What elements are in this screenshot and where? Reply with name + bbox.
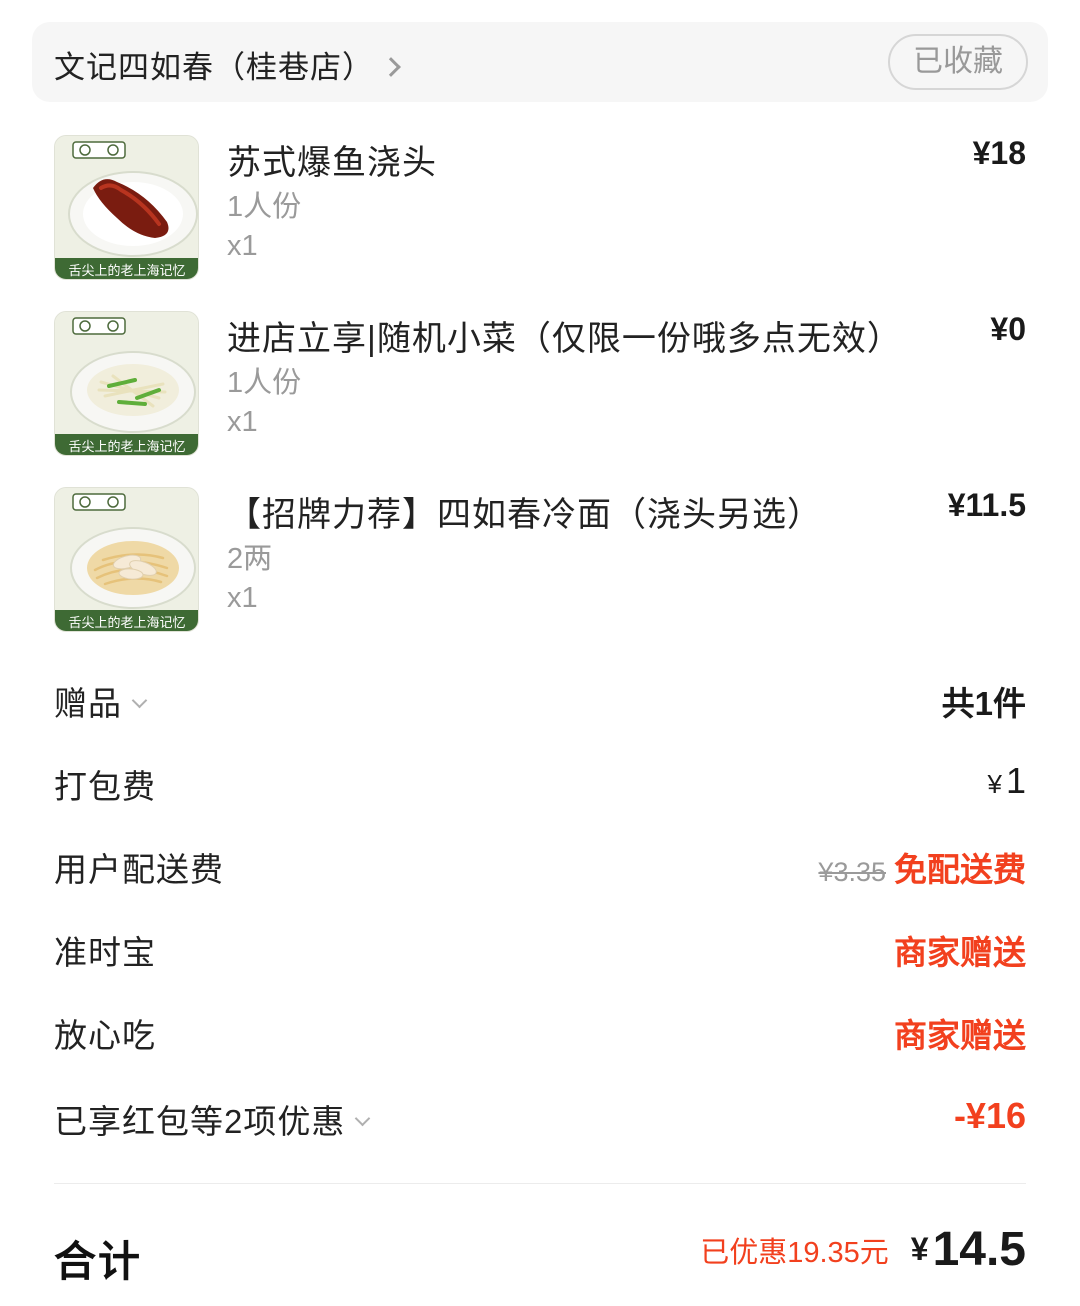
item-quantity: x1 bbox=[227, 406, 258, 438]
total-label: 合计 bbox=[54, 1238, 143, 1285]
item-thumbnail: 舌尖上的老上海记忆 bbox=[54, 135, 199, 280]
item-thumbnail: 舌尖上的老上海记忆 bbox=[54, 487, 199, 632]
shop-name: 文记四如春（桂巷店） bbox=[54, 50, 374, 85]
discount-value: -¥16 bbox=[953, 1095, 1026, 1136]
discount-label-group: 已享红包等2项优惠 bbox=[54, 1095, 371, 1143]
packing-fee-amount: 1 bbox=[1005, 760, 1026, 801]
item-quantity: x1 bbox=[227, 582, 258, 614]
delivery-fee-label: 用户配送费 bbox=[54, 851, 224, 888]
gift-label-group: 赠品 bbox=[54, 677, 148, 725]
chevron-down-icon bbox=[355, 1110, 371, 1127]
thumb-caption: 舌尖上的老上海记忆 bbox=[68, 439, 185, 455]
item-price: ¥18 bbox=[972, 135, 1026, 171]
delivery-fee-free: 免配送费 bbox=[894, 851, 1026, 888]
delivery-fee-value: ¥3.35 免配送费 bbox=[818, 843, 1026, 891]
packing-fee-currency: ¥ bbox=[987, 769, 1002, 799]
item-name: 进店立享|随机小菜（仅限一份哦多点无效） bbox=[227, 320, 902, 358]
item-thumbnail: 舌尖上的老上海记忆 bbox=[54, 311, 199, 456]
safe-eat-value: 商家赠送 bbox=[894, 1017, 1026, 1054]
thumb-caption: 舌尖上的老上海记忆 bbox=[68, 615, 185, 631]
item-spec: 1人份 bbox=[227, 191, 302, 223]
total-summary: 已优惠19.35元 ¥14.5 bbox=[700, 1222, 1026, 1277]
safe-eat-row: 放心吃 商家赠送 bbox=[54, 1009, 1026, 1059]
divider bbox=[54, 1183, 1026, 1184]
item-spec: 1人份 bbox=[227, 367, 302, 399]
item-name: 【招牌力荐】四如春冷面（浇头另选） bbox=[227, 496, 822, 534]
item-price: ¥0 bbox=[990, 311, 1026, 347]
item-quantity: x1 bbox=[227, 230, 258, 262]
discount-row[interactable]: 已享红包等2项优惠 -¥16 bbox=[54, 1095, 1026, 1145]
packing-fee-row: 打包费 ¥1 bbox=[54, 760, 1026, 810]
safe-eat-label: 放心吃 bbox=[54, 1017, 156, 1054]
delivery-fee-original: ¥3.35 bbox=[818, 857, 886, 887]
discount-label: 已享红包等2项优惠 bbox=[54, 1103, 346, 1140]
item-name: 苏式爆鱼浇头 bbox=[227, 144, 437, 182]
gift-count: 共1件 bbox=[941, 685, 1026, 722]
shop-header: 文记四如春（桂巷店） 已收藏 bbox=[32, 22, 1048, 102]
packing-fee-label: 打包费 bbox=[54, 768, 156, 805]
total-currency: ¥ bbox=[910, 1231, 929, 1267]
ontime-row: 准时宝 商家赠送 bbox=[54, 926, 1026, 976]
order-item[interactable]: 舌尖上的老上海记忆 苏式爆鱼浇头 1人份 x1 ¥18 bbox=[54, 135, 1034, 285]
gift-label: 赠品 bbox=[54, 685, 122, 722]
ontime-label: 准时宝 bbox=[54, 934, 156, 971]
delivery-fee-row: 用户配送费 ¥3.35 免配送费 bbox=[54, 843, 1026, 893]
order-card: 文记四如春（桂巷店） 已收藏 舌尖上的老上海记忆 苏式爆鱼浇头 1人份 x1 ¥… bbox=[0, 0, 1080, 1306]
chevron-right-icon bbox=[381, 56, 401, 77]
item-price: ¥11.5 bbox=[947, 487, 1026, 523]
item-spec: 2两 bbox=[227, 543, 273, 575]
thumb-caption: 舌尖上的老上海记忆 bbox=[68, 263, 185, 279]
total-amount: 14.5 bbox=[932, 1223, 1026, 1276]
chevron-down-icon bbox=[131, 692, 148, 709]
favorite-button[interactable]: 已收藏 bbox=[888, 34, 1028, 90]
gift-row[interactable]: 赠品 共1件 bbox=[54, 677, 1026, 727]
shop-name-link[interactable]: 文记四如春（桂巷店） bbox=[54, 42, 401, 87]
packing-fee-value: ¥1 bbox=[988, 760, 1027, 802]
total-saved: 已优惠19.35元 bbox=[700, 1236, 889, 1269]
order-item[interactable]: 舌尖上的老上海记忆 进店立享|随机小菜（仅限一份哦多点无效） 1人份 x1 ¥0 bbox=[54, 311, 1034, 461]
order-item[interactable]: 舌尖上的老上海记忆 【招牌力荐】四如春冷面（浇头另选） 2两 x1 ¥11.5 bbox=[54, 487, 1034, 637]
ontime-value: 商家赠送 bbox=[894, 934, 1026, 971]
